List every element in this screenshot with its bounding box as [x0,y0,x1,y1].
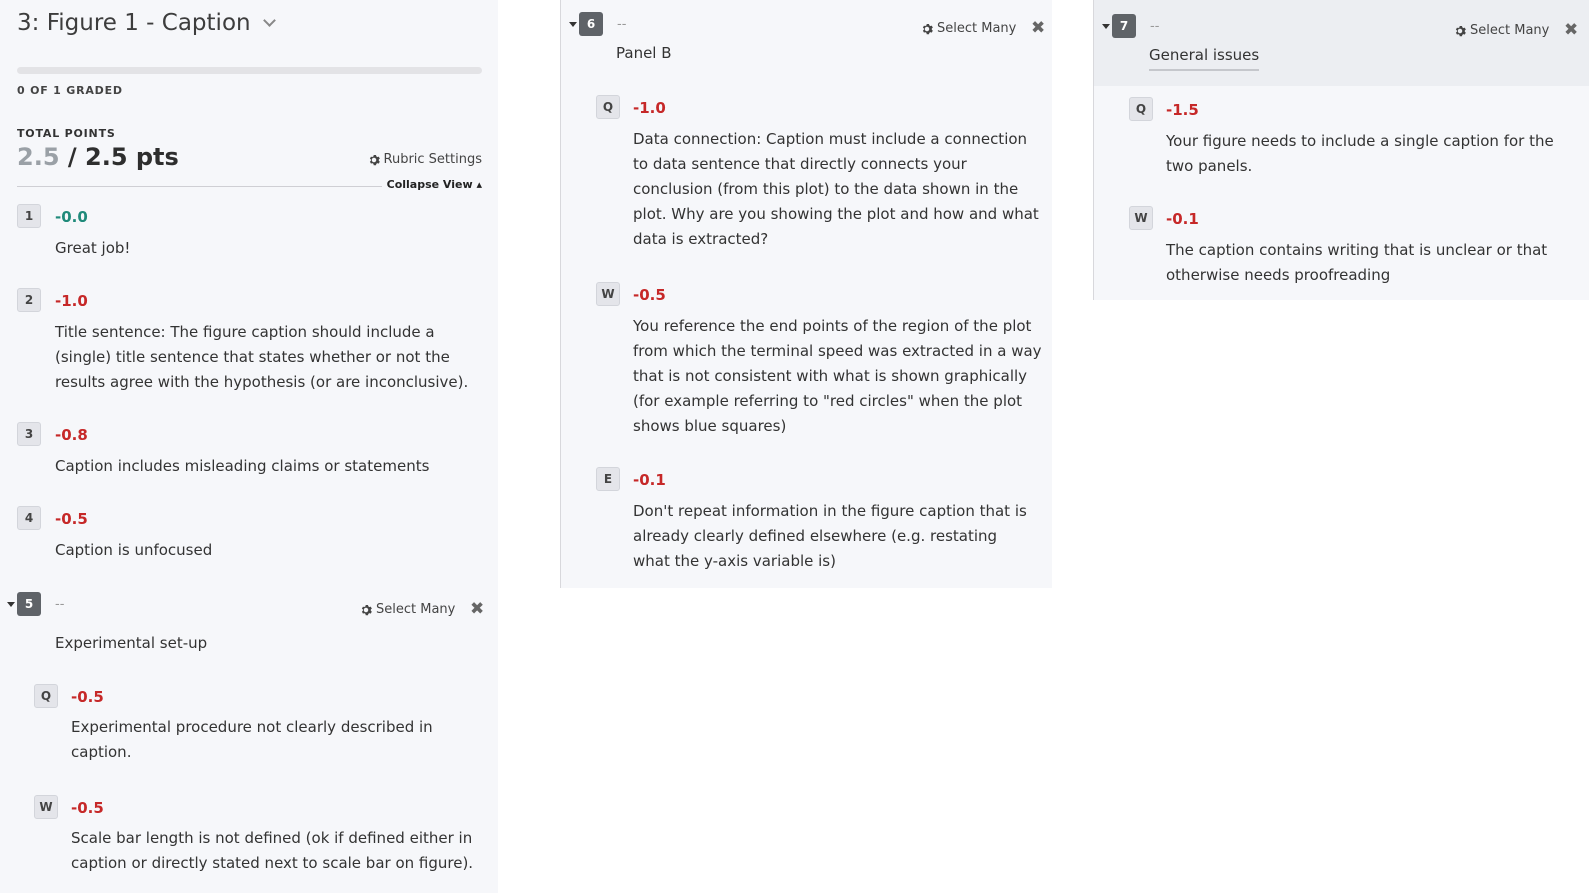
select-many-button[interactable]: Select Many [1454,23,1549,38]
collapse-view-button[interactable]: Collapse View ▴ [387,178,482,191]
item-points: -0.1 [633,471,666,489]
item-points: -0.8 [55,426,88,444]
item-description: Experimental procedure not clearly descr… [71,718,433,761]
item-points: -1.0 [633,99,666,117]
group-dash: -- [55,596,65,612]
close-icon[interactable]: ✖ [470,599,484,619]
item-description: Title sentence: The figure caption shoul… [55,323,469,391]
item-points: -0.1 [1166,210,1199,228]
item-description: You reference the end points of the regi… [633,317,1042,435]
group-header-background [1094,0,1589,86]
item-description: Caption includes misleading claims or st… [55,457,430,475]
item-description: Your figure needs to include a single ca… [1166,132,1554,175]
group-key[interactable]: 5 [17,592,41,616]
question-title[interactable]: 3: Figure 1 - Caption [17,10,276,36]
rubric-panel-middle: 6 -- Select Many ✖ Panel B Q -1.0 Data c… [560,0,1052,588]
item-description: Data connection: Caption must include a … [633,130,1039,248]
gear-icon [369,154,380,165]
item-points: -1.0 [55,292,88,310]
item-key[interactable]: W [34,795,58,819]
group-name[interactable]: Panel B [616,44,672,62]
group-header[interactable]: 7 -- [1102,14,1159,38]
total-points-label: TOTAL POINTS [17,127,116,140]
rubric-panel-left: 3: Figure 1 - Caption 0 OF 1 GRADED TOTA… [0,0,498,893]
rubric-panel-right: 7 -- Select Many ✖ General issues Q -1.5… [1093,0,1589,300]
gear-icon [922,23,933,34]
rubric-settings-button[interactable]: Rubric Settings [368,152,483,167]
grading-progress-bar [17,67,482,74]
caret-down-icon[interactable] [1102,23,1110,29]
item-key[interactable]: 1 [17,204,41,228]
rubric-settings-label: Rubric Settings [383,152,483,167]
group-key[interactable]: 7 [1112,14,1136,38]
close-icon[interactable]: ✖ [1031,18,1045,38]
select-many-label: Select Many [1470,23,1550,38]
caret-down-icon[interactable] [569,21,577,27]
item-key[interactable]: 3 [17,422,41,446]
item-points: -0.5 [71,688,104,706]
item-key[interactable]: Q [596,95,620,119]
item-key[interactable]: W [596,282,620,306]
item-key[interactable]: 4 [17,506,41,530]
gear-icon [1455,25,1466,36]
item-points: -0.5 [633,286,666,304]
select-many-button[interactable]: Select Many [360,602,455,617]
question-title-text: 3: Figure 1 - Caption [17,10,251,36]
group-dash: -- [617,16,627,32]
item-points: -0.5 [55,510,88,528]
item-description: Don't repeat information in the figure c… [633,502,1027,570]
divider [17,186,382,187]
item-key[interactable]: Q [1129,97,1153,121]
item-description: Scale bar length is not defined (ok if d… [71,829,474,872]
item-description: Great job! [55,239,131,257]
current-points: 2.5 [17,143,60,171]
group-name[interactable]: General issues [1149,46,1260,71]
item-description: The caption contains writing that is unc… [1166,241,1548,284]
caret-down-icon[interactable] [7,601,15,607]
total-points-value: 2.5 / 2.5 pts [17,143,179,171]
item-description: Caption is unfocused [55,541,213,559]
group-name[interactable]: Experimental set-up [55,634,207,652]
chevron-down-icon[interactable] [262,14,276,27]
item-key[interactable]: W [1129,206,1153,230]
group-key[interactable]: 6 [579,12,603,36]
item-points: -0.0 [55,208,88,226]
select-many-label: Select Many [937,21,1017,36]
close-icon[interactable]: ✖ [1564,20,1578,40]
total-points: 2.5 pts [85,143,179,171]
gear-icon [361,604,372,615]
item-key[interactable]: E [596,467,620,491]
group-dash: -- [1150,18,1160,34]
item-points: -0.5 [71,799,104,817]
points-separator: / [59,143,85,171]
group-header[interactable]: 6 -- [569,12,626,36]
group-header[interactable]: 5 -- [7,592,64,616]
select-many-label: Select Many [376,602,456,617]
item-key[interactable]: Q [34,684,58,708]
graded-count: 0 OF 1 GRADED [17,84,123,97]
select-many-button[interactable]: Select Many [921,21,1016,36]
item-points: -1.5 [1166,101,1199,119]
item-key[interactable]: 2 [17,288,41,312]
